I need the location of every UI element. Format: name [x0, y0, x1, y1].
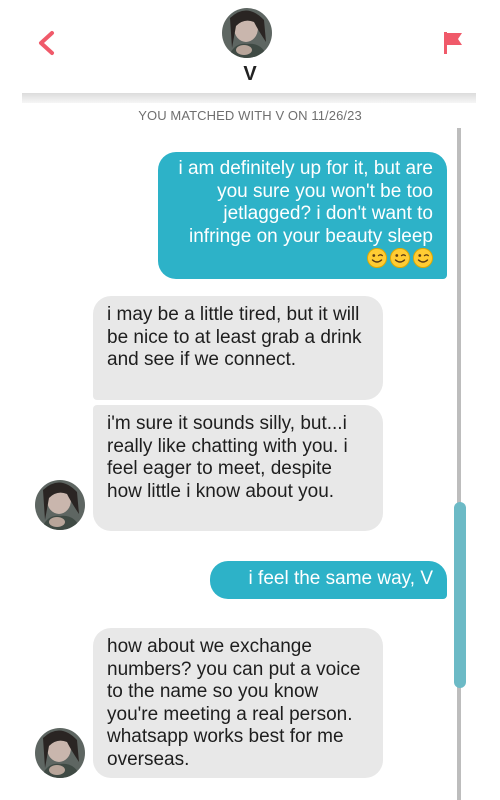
match-name: V [243, 63, 257, 85]
chat-screen: V YOU MATCHED WITH V ON 11/26/23 i am de… [0, 0, 500, 800]
back-button[interactable] [34, 28, 60, 58]
match-date-note: YOU MATCHED WITH V ON 11/26/23 [138, 108, 362, 123]
message-text: how about we exchange numbers? you can p… [107, 636, 361, 770]
report-button[interactable] [440, 28, 466, 58]
header-divider [22, 93, 476, 103]
incoming-message[interactable]: i'm sure it sounds silly, but...i really… [93, 405, 383, 531]
sender-avatar[interactable] [35, 480, 85, 530]
flag-icon [444, 32, 462, 54]
chat-header: V [0, 0, 500, 95]
sender-avatar[interactable] [35, 728, 85, 778]
outgoing-message[interactable]: i feel the same way, V [210, 561, 447, 599]
message-text: i feel the same way, V [248, 568, 433, 589]
incoming-message[interactable]: i may be a little tired, but it will be … [93, 296, 383, 400]
message-text: i am definitely up for it, but are you s… [178, 158, 433, 247]
match-avatar[interactable] [222, 8, 272, 58]
message-text: i may be a little tired, but it will be … [107, 304, 362, 370]
scrollbar-thumb[interactable] [454, 502, 466, 688]
scrollbar-track[interactable] [457, 128, 461, 800]
message-text: i'm sure it sounds silly, but...i really… [107, 413, 348, 502]
incoming-message[interactable]: how about we exchange numbers? you can p… [93, 628, 383, 778]
outgoing-message[interactable]: i am definitely up for it, but are you s… [158, 152, 447, 279]
chevron-left-icon [39, 31, 54, 55]
wink-emoji [364, 248, 433, 270]
